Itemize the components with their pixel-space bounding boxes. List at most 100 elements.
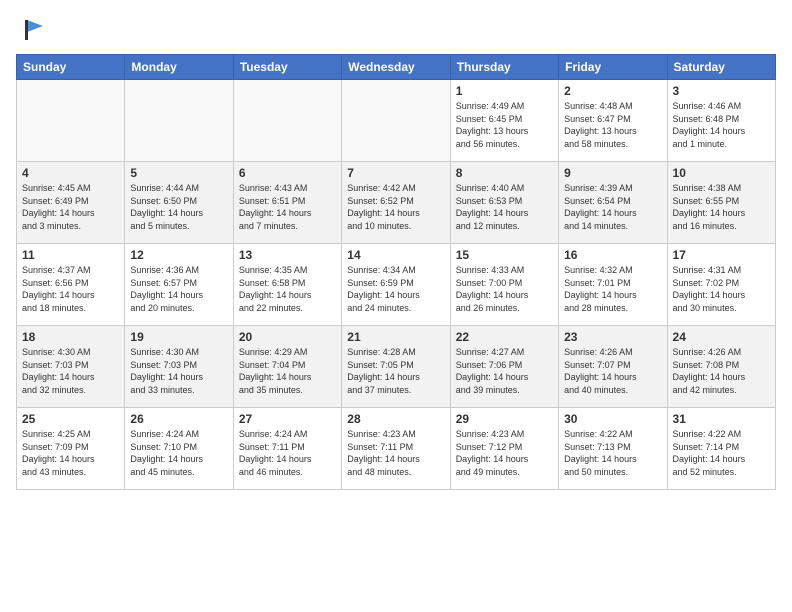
day-detail: Sunrise: 4:44 AM Sunset: 6:50 PM Dayligh… (130, 182, 227, 232)
calendar-cell: 12 Sunrise: 4:36 AM Sunset: 6:57 PM Dayli… (125, 244, 233, 326)
day-detail: Sunrise: 4:26 AM Sunset: 7:08 PM Dayligh… (673, 346, 770, 396)
calendar-cell: 5 Sunrise: 4:44 AM Sunset: 6:50 PM Daylig… (125, 162, 233, 244)
calendar-body: 1Sunrise: 4:49 AM Sunset: 6:45 PM Daylig… (17, 80, 776, 490)
day-number: 11 (22, 248, 119, 262)
day-detail: Sunrise: 4:25 AM Sunset: 7:09 PM Dayligh… (22, 428, 119, 478)
day-detail: Sunrise: 4:43 AM Sunset: 6:51 PM Dayligh… (239, 182, 336, 232)
day-detail: Sunrise: 4:22 AM Sunset: 7:14 PM Dayligh… (673, 428, 770, 478)
day-number: 6 (239, 166, 336, 180)
weekday-header-saturday: Saturday (667, 55, 775, 80)
day-detail: Sunrise: 4:39 AM Sunset: 6:54 PM Dayligh… (564, 182, 661, 232)
calendar-cell: 20 Sunrise: 4:29 AM Sunset: 7:04 PM Dayli… (233, 326, 341, 408)
day-number: 13 (239, 248, 336, 262)
day-detail: Sunrise: 4:24 AM Sunset: 7:11 PM Dayligh… (239, 428, 336, 478)
day-detail: Sunrise: 4:24 AM Sunset: 7:10 PM Dayligh… (130, 428, 227, 478)
day-number: 7 (347, 166, 444, 180)
day-detail: Sunrise: 4:27 AM Sunset: 7:06 PM Dayligh… (456, 346, 553, 396)
calendar-cell: 18 Sunrise: 4:30 AM Sunset: 7:03 PM Dayli… (17, 326, 125, 408)
calendar-cell: 28Sunrise: 4:23 AM Sunset: 7:11 PM Dayli… (342, 408, 450, 490)
calendar-cell: 8Sunrise: 4:40 AM Sunset: 6:53 PM Daylig… (450, 162, 558, 244)
calendar-cell: 29 Sunrise: 4:23 AM Sunset: 7:12 PM Dayli… (450, 408, 558, 490)
day-number: 26 (130, 412, 227, 426)
calendar-week-5: 25Sunrise: 4:25 AM Sunset: 7:09 PM Dayli… (17, 408, 776, 490)
calendar-cell: 23 Sunrise: 4:26 AM Sunset: 7:07 PM Dayli… (559, 326, 667, 408)
day-detail: Sunrise: 4:30 AM Sunset: 7:03 PM Dayligh… (130, 346, 227, 396)
calendar-cell (233, 80, 341, 162)
day-number: 1 (456, 84, 553, 98)
day-detail: Sunrise: 4:45 AM Sunset: 6:49 PM Dayligh… (22, 182, 119, 232)
day-number: 4 (22, 166, 119, 180)
day-number: 24 (673, 330, 770, 344)
weekday-header-row: SundayMondayTuesdayWednesdayThursdayFrid… (17, 55, 776, 80)
day-number: 5 (130, 166, 227, 180)
day-detail: Sunrise: 4:22 AM Sunset: 7:13 PM Dayligh… (564, 428, 661, 478)
day-number: 28 (347, 412, 444, 426)
calendar-week-4: 18 Sunrise: 4:30 AM Sunset: 7:03 PM Dayli… (17, 326, 776, 408)
day-detail: Sunrise: 4:40 AM Sunset: 6:53 PM Dayligh… (456, 182, 553, 232)
calendar-cell: 25Sunrise: 4:25 AM Sunset: 7:09 PM Dayli… (17, 408, 125, 490)
calendar-cell: 19Sunrise: 4:30 AM Sunset: 7:03 PM Dayli… (125, 326, 233, 408)
day-number: 9 (564, 166, 661, 180)
calendar-cell: 10 Sunrise: 4:38 AM Sunset: 6:55 PM Dayli… (667, 162, 775, 244)
day-number: 20 (239, 330, 336, 344)
calendar-header: SundayMondayTuesdayWednesdayThursdayFrid… (17, 55, 776, 80)
day-detail: Sunrise: 4:31 AM Sunset: 7:02 PM Dayligh… (673, 264, 770, 314)
calendar-cell: 31 Sunrise: 4:22 AM Sunset: 7:14 PM Dayli… (667, 408, 775, 490)
calendar-cell: 7 Sunrise: 4:42 AM Sunset: 6:52 PM Daylig… (342, 162, 450, 244)
day-detail: Sunrise: 4:34 AM Sunset: 6:59 PM Dayligh… (347, 264, 444, 314)
calendar-week-3: 11 Sunrise: 4:37 AM Sunset: 6:56 PM Dayli… (17, 244, 776, 326)
day-number: 23 (564, 330, 661, 344)
calendar-cell: 30 Sunrise: 4:22 AM Sunset: 7:13 PM Dayli… (559, 408, 667, 490)
calendar-cell: 26 Sunrise: 4:24 AM Sunset: 7:10 PM Dayli… (125, 408, 233, 490)
calendar-cell: 9 Sunrise: 4:39 AM Sunset: 6:54 PM Daylig… (559, 162, 667, 244)
day-number: 14 (347, 248, 444, 262)
calendar-cell: 13 Sunrise: 4:35 AM Sunset: 6:58 PM Dayli… (233, 244, 341, 326)
day-detail: Sunrise: 4:36 AM Sunset: 6:57 PM Dayligh… (130, 264, 227, 314)
day-number: 18 (22, 330, 119, 344)
day-number: 27 (239, 412, 336, 426)
logo-icon (19, 16, 47, 44)
day-number: 31 (673, 412, 770, 426)
day-detail: Sunrise: 4:26 AM Sunset: 7:07 PM Dayligh… (564, 346, 661, 396)
calendar-cell (17, 80, 125, 162)
calendar-cell: 2Sunrise: 4:48 AM Sunset: 6:47 PM Daylig… (559, 80, 667, 162)
day-number: 3 (673, 84, 770, 98)
logo (16, 16, 47, 44)
day-detail: Sunrise: 4:42 AM Sunset: 6:52 PM Dayligh… (347, 182, 444, 232)
calendar-cell: 17Sunrise: 4:31 AM Sunset: 7:02 PM Dayli… (667, 244, 775, 326)
day-number: 29 (456, 412, 553, 426)
day-detail: Sunrise: 4:32 AM Sunset: 7:01 PM Dayligh… (564, 264, 661, 314)
day-detail: Sunrise: 4:28 AM Sunset: 7:05 PM Dayligh… (347, 346, 444, 396)
calendar-cell: 1Sunrise: 4:49 AM Sunset: 6:45 PM Daylig… (450, 80, 558, 162)
weekday-header-thursday: Thursday (450, 55, 558, 80)
day-number: 2 (564, 84, 661, 98)
calendar-cell: 27 Sunrise: 4:24 AM Sunset: 7:11 PM Dayli… (233, 408, 341, 490)
weekday-header-sunday: Sunday (17, 55, 125, 80)
day-number: 10 (673, 166, 770, 180)
weekday-header-monday: Monday (125, 55, 233, 80)
day-detail: Sunrise: 4:29 AM Sunset: 7:04 PM Dayligh… (239, 346, 336, 396)
weekday-header-tuesday: Tuesday (233, 55, 341, 80)
day-detail: Sunrise: 4:23 AM Sunset: 7:12 PM Dayligh… (456, 428, 553, 478)
calendar-cell (125, 80, 233, 162)
calendar-cell: 6 Sunrise: 4:43 AM Sunset: 6:51 PM Daylig… (233, 162, 341, 244)
header (16, 16, 776, 44)
day-detail: Sunrise: 4:35 AM Sunset: 6:58 PM Dayligh… (239, 264, 336, 314)
day-detail: Sunrise: 4:33 AM Sunset: 7:00 PM Dayligh… (456, 264, 553, 314)
day-detail: Sunrise: 4:37 AM Sunset: 6:56 PM Dayligh… (22, 264, 119, 314)
calendar-cell: 14 Sunrise: 4:34 AM Sunset: 6:59 PM Dayli… (342, 244, 450, 326)
calendar-cell: 21 Sunrise: 4:28 AM Sunset: 7:05 PM Dayli… (342, 326, 450, 408)
day-number: 12 (130, 248, 227, 262)
day-number: 21 (347, 330, 444, 344)
weekday-header-friday: Friday (559, 55, 667, 80)
page: SundayMondayTuesdayWednesdayThursdayFrid… (0, 0, 792, 612)
calendar-cell: 24 Sunrise: 4:26 AM Sunset: 7:08 PM Dayli… (667, 326, 775, 408)
day-number: 30 (564, 412, 661, 426)
day-detail: Sunrise: 4:30 AM Sunset: 7:03 PM Dayligh… (22, 346, 119, 396)
calendar-cell: 22 Sunrise: 4:27 AM Sunset: 7:06 PM Dayli… (450, 326, 558, 408)
day-number: 22 (456, 330, 553, 344)
day-number: 16 (564, 248, 661, 262)
calendar-cell: 4 Sunrise: 4:45 AM Sunset: 6:49 PM Daylig… (17, 162, 125, 244)
day-detail: Sunrise: 4:38 AM Sunset: 6:55 PM Dayligh… (673, 182, 770, 232)
calendar-table: SundayMondayTuesdayWednesdayThursdayFrid… (16, 54, 776, 490)
